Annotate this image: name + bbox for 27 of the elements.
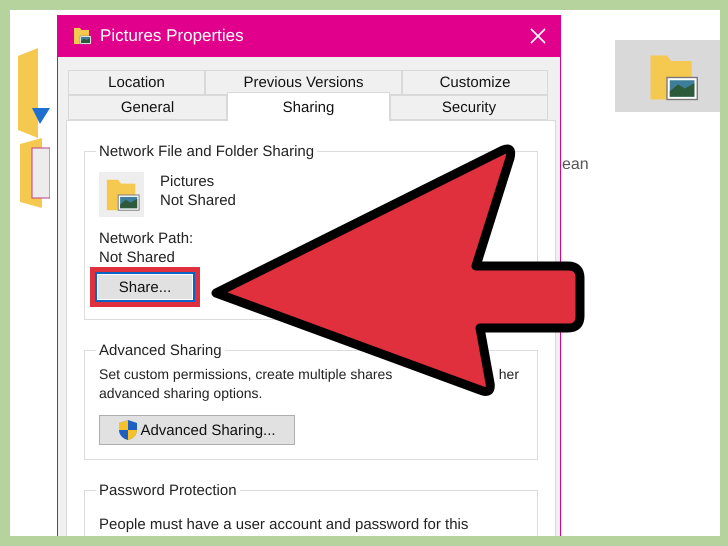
folder-name: Pictures [160, 172, 216, 191]
tab[interactable]: Sharing [227, 92, 390, 121]
tab[interactable]: General [68, 95, 227, 120]
window-title: Pictures Properties [100, 26, 245, 46]
description-text: Set custom permissions, create multiple shares [99, 365, 392, 384]
description-text: People must have a user account and password for this [99, 515, 470, 534]
path-label: Network Path: [99, 229, 194, 248]
description-text: advanced sharing options. [99, 384, 262, 403]
path-value: Not Shared [99, 248, 176, 267]
tab[interactable]: Location [68, 70, 205, 95]
share-status: Not Shared [160, 191, 236, 210]
close-icon[interactable] [530, 28, 546, 44]
folder-tile[interactable] [615, 40, 720, 112]
tab[interactable]: Previous Versions [205, 70, 402, 95]
shield-icon [118, 419, 138, 441]
file-label: ean [562, 156, 589, 174]
description-text: her [498, 365, 519, 384]
folder-icon [20, 138, 50, 208]
group-title: Network File and Folder Sharing [98, 143, 316, 160]
advanced-sharing-button[interactable]: Advanced Sharing... [99, 415, 295, 445]
folder-icon [72, 25, 92, 47]
tab[interactable]: Security [390, 95, 548, 120]
folder-icon [18, 48, 50, 138]
share-button[interactable]: Share... [95, 272, 195, 302]
group-title: Advanced Sharing [98, 342, 223, 359]
tab[interactable]: Customize [402, 70, 548, 95]
group-title: Password Protection [98, 482, 238, 499]
